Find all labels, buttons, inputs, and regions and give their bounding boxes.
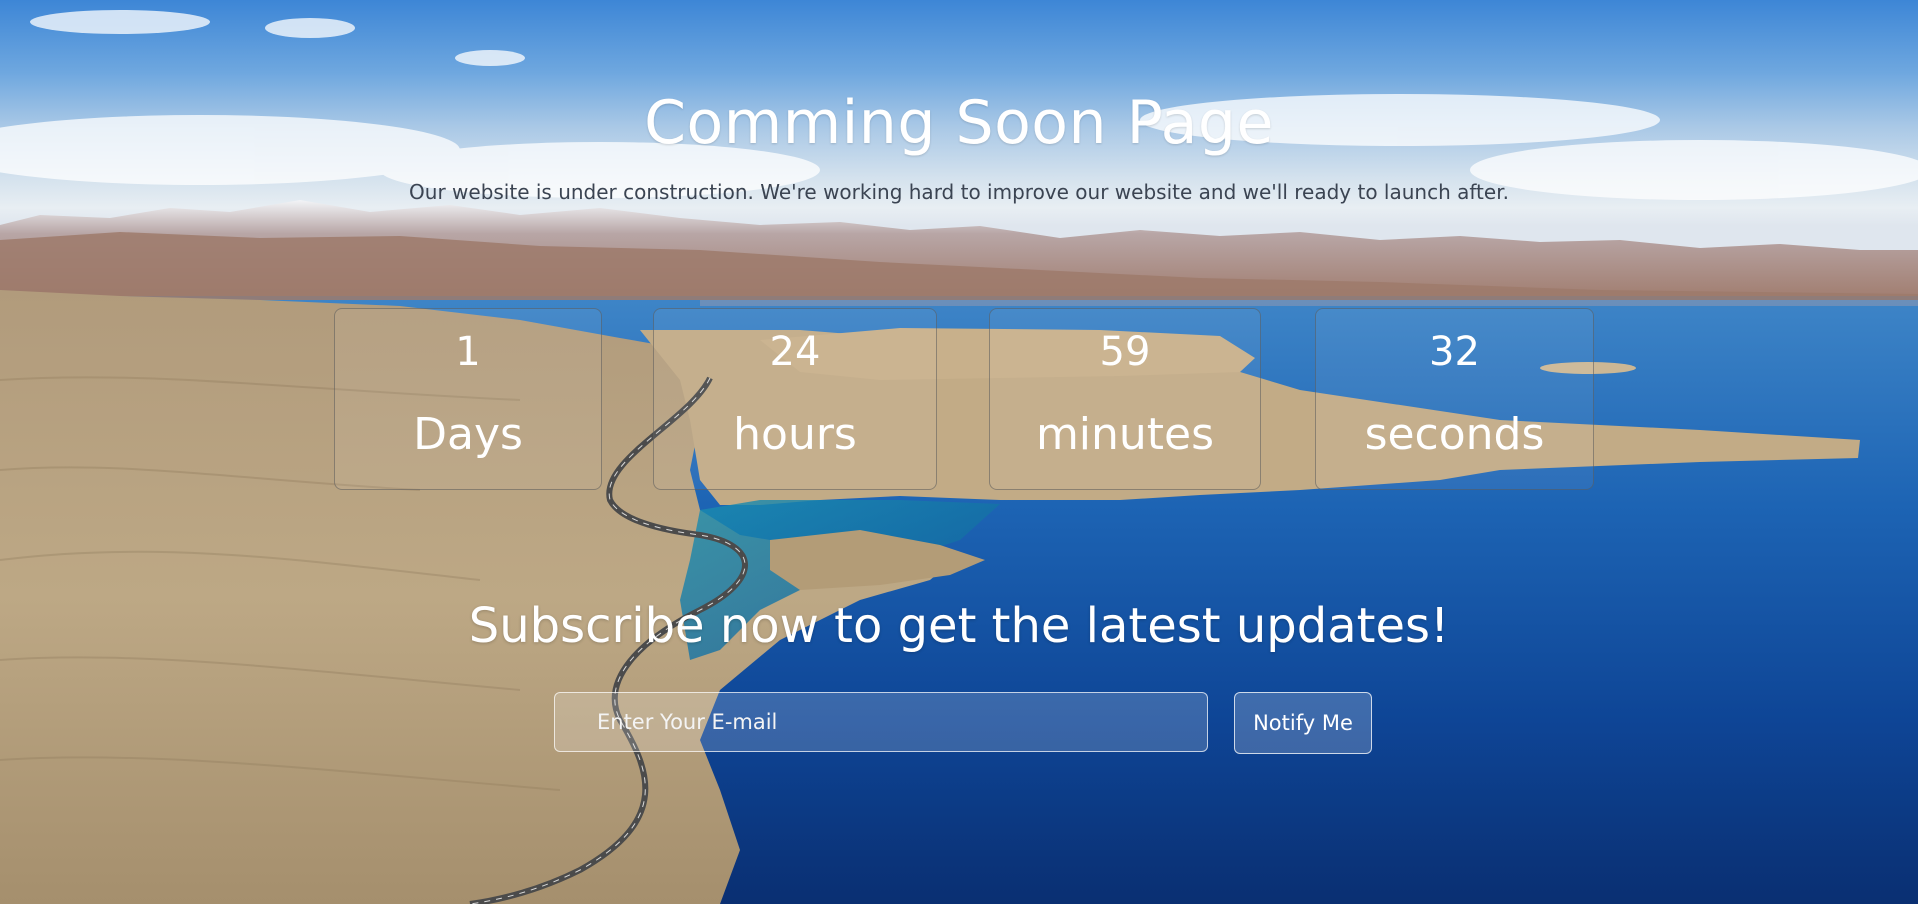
page-title: Comming Soon Page [644, 88, 1274, 158]
countdown-hours: 24 hours [653, 308, 937, 490]
countdown-seconds-label: seconds [1364, 409, 1545, 460]
countdown-hours-value: 24 [769, 329, 821, 375]
countdown-hours-label: hours [733, 409, 857, 460]
countdown-minutes: 59 minutes [989, 308, 1261, 490]
countdown-seconds: 32 seconds [1315, 308, 1594, 490]
subscribe-heading: Subscribe now to get the latest updates! [468, 598, 1450, 654]
email-input[interactable] [554, 692, 1208, 752]
countdown-minutes-label: minutes [1035, 409, 1215, 460]
countdown-days-label: Days [413, 409, 523, 460]
notify-me-button[interactable]: Notify Me [1234, 692, 1372, 754]
countdown-seconds-value: 32 [1429, 329, 1480, 375]
coming-soon-page: Comming Soon Page Our website is under c… [0, 0, 1918, 904]
countdown-minutes-value: 59 [1099, 329, 1151, 375]
countdown-days-value: 1 [455, 329, 481, 375]
page-subtitle: Our website is under construction. We're… [409, 180, 1509, 204]
countdown-days: 1 Days [334, 308, 602, 490]
